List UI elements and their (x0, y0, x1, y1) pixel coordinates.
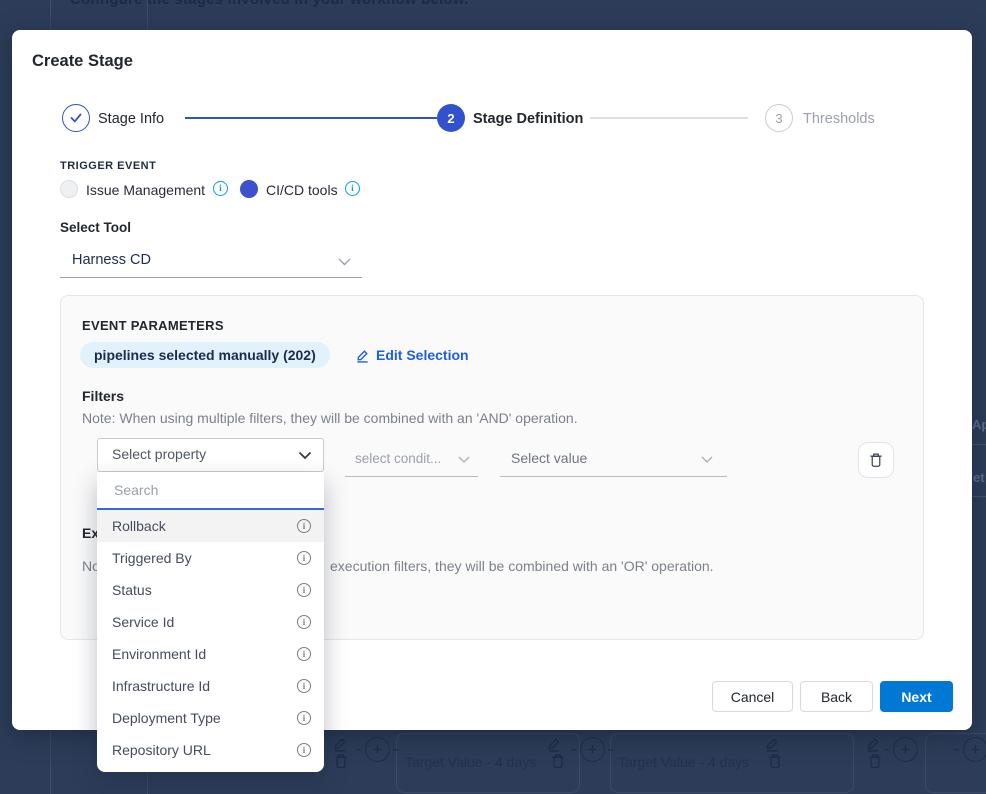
chevron-down-icon[interactable] (338, 258, 351, 266)
filters-heading: Filters (82, 388, 124, 404)
dropdown-item-triggered-by[interactable]: Triggered By i (97, 542, 324, 574)
filters-note: Note: When using multiple filters, they … (82, 410, 578, 426)
step-stage-info-indicator[interactable] (62, 104, 90, 132)
background-text-fragment: et (973, 470, 985, 485)
info-icon[interactable]: i (297, 743, 311, 757)
screen: Configure the stages involved in your wo… (0, 0, 986, 794)
chevron-down-icon[interactable] (701, 456, 713, 464)
info-icon[interactable]: i (213, 181, 228, 196)
trash-icon (333, 753, 349, 769)
dropdown-item-deployment-type[interactable]: Deployment Type i (97, 702, 324, 734)
radio-cicd-tools[interactable] (240, 180, 258, 198)
add-threshold-icon: + (365, 737, 390, 762)
chevron-down-icon[interactable] (458, 456, 470, 464)
connector-dash (356, 749, 361, 751)
property-dropdown: Rollback i Triggered By i Status i Servi… (97, 472, 324, 772)
dropdown-item-status[interactable]: Status i (97, 574, 324, 606)
condition-select-placeholder[interactable]: select condit... (355, 451, 441, 466)
dropdown-search (97, 472, 324, 510)
threshold-card-label: Target Value - 4 days (618, 754, 749, 770)
execution-note-suffix: execution filters, they will be combined… (330, 558, 714, 574)
radio-issue-management-label[interactable]: Issue Management (86, 182, 205, 198)
info-icon[interactable]: i (297, 551, 311, 565)
background-divider (972, 444, 986, 445)
dropdown-item-label: Status (112, 582, 152, 598)
radio-issue-management[interactable] (60, 180, 78, 198)
edit-icon (865, 736, 881, 752)
pipelines-selected-badge: pipelines selected manually (202) (80, 342, 330, 368)
edit-icon (546, 736, 562, 752)
dropdown-item-label: Service Id (112, 614, 174, 630)
edit-icon (355, 348, 370, 363)
value-select-placeholder[interactable]: Select value (511, 450, 587, 466)
select-underline (345, 476, 478, 477)
stepper-connector (185, 117, 437, 119)
connector-dash (393, 749, 398, 751)
info-icon[interactable]: i (345, 181, 360, 196)
info-icon[interactable]: i (297, 711, 311, 725)
info-icon[interactable]: i (297, 615, 311, 629)
dropdown-item-label: Deployment Type (112, 710, 221, 726)
chevron-down-icon[interactable] (298, 451, 312, 460)
dropdown-item-repository-url[interactable]: Repository URL i (97, 734, 324, 766)
stepper-connector (590, 117, 748, 119)
select-underline (60, 277, 362, 278)
threshold-card-label: Target Value - 4 days (405, 754, 536, 770)
connector-dash (884, 749, 889, 751)
property-select-placeholder: Select property (112, 446, 206, 462)
tool-select-value[interactable]: Harness CD (72, 252, 151, 268)
background-divider (972, 496, 986, 497)
edit-icon (764, 736, 780, 752)
connector-dash (571, 749, 576, 751)
edit-selection-label: Edit Selection (376, 347, 469, 363)
info-icon[interactable]: i (297, 647, 311, 661)
dropdown-item-rollback[interactable]: Rollback i (97, 510, 324, 542)
trash-icon (868, 452, 884, 468)
trash-icon (550, 753, 566, 769)
info-icon[interactable]: i (297, 583, 311, 597)
trash-icon (867, 753, 883, 769)
connector-dash (954, 749, 959, 751)
step-thresholds-indicator[interactable]: 3 (765, 104, 793, 132)
trigger-event-label: TRIGGER EVENT (60, 160, 156, 172)
search-input[interactable] (112, 481, 309, 499)
dropdown-item-label: Triggered By (112, 550, 192, 566)
background-workflow-caption: Configure the stages involved in your wo… (70, 0, 468, 8)
event-parameters-heading: EVENT PARAMETERS (82, 318, 224, 333)
info-icon[interactable]: i (297, 679, 311, 693)
dropdown-item-label: Repository URL (112, 742, 211, 758)
delete-filter-button[interactable] (858, 442, 894, 478)
dropdown-item-label: Rollback (112, 518, 166, 534)
add-threshold-icon: + (893, 737, 918, 762)
step-stage-info-label[interactable]: Stage Info (98, 111, 164, 127)
trash-icon (767, 753, 783, 769)
check-icon (69, 112, 83, 124)
radio-cicd-tools-label[interactable]: CI/CD tools (266, 182, 338, 198)
select-underline (500, 476, 727, 477)
add-threshold-icon: + (580, 737, 605, 762)
back-button[interactable]: Back (800, 681, 873, 712)
add-threshold-icon: + (963, 737, 986, 762)
edit-icon (332, 736, 348, 752)
dropdown-item-infrastructure-id[interactable]: Infrastructure Id i (97, 670, 324, 702)
dropdown-item-service-id[interactable]: Service Id i (97, 606, 324, 638)
dropdown-item-label: Infrastructure Id (112, 678, 210, 694)
info-icon[interactable]: i (297, 519, 311, 533)
connector-dash (608, 749, 613, 751)
step-stage-definition-label[interactable]: Stage Definition (473, 111, 583, 127)
edit-selection-link[interactable]: Edit Selection (355, 347, 469, 363)
select-tool-label: Select Tool (60, 220, 131, 235)
cancel-button[interactable]: Cancel (712, 681, 793, 712)
dialog-title: Create Stage (32, 52, 133, 71)
dropdown-item-environment-id[interactable]: Environment Id i (97, 638, 324, 670)
step-thresholds-label[interactable]: Thresholds (803, 111, 875, 127)
background-text-fragment: Ap (972, 417, 986, 432)
dropdown-item-label: Environment Id (112, 646, 206, 662)
step-stage-definition-indicator[interactable]: 2 (437, 104, 465, 132)
next-button[interactable]: Next (880, 681, 953, 712)
